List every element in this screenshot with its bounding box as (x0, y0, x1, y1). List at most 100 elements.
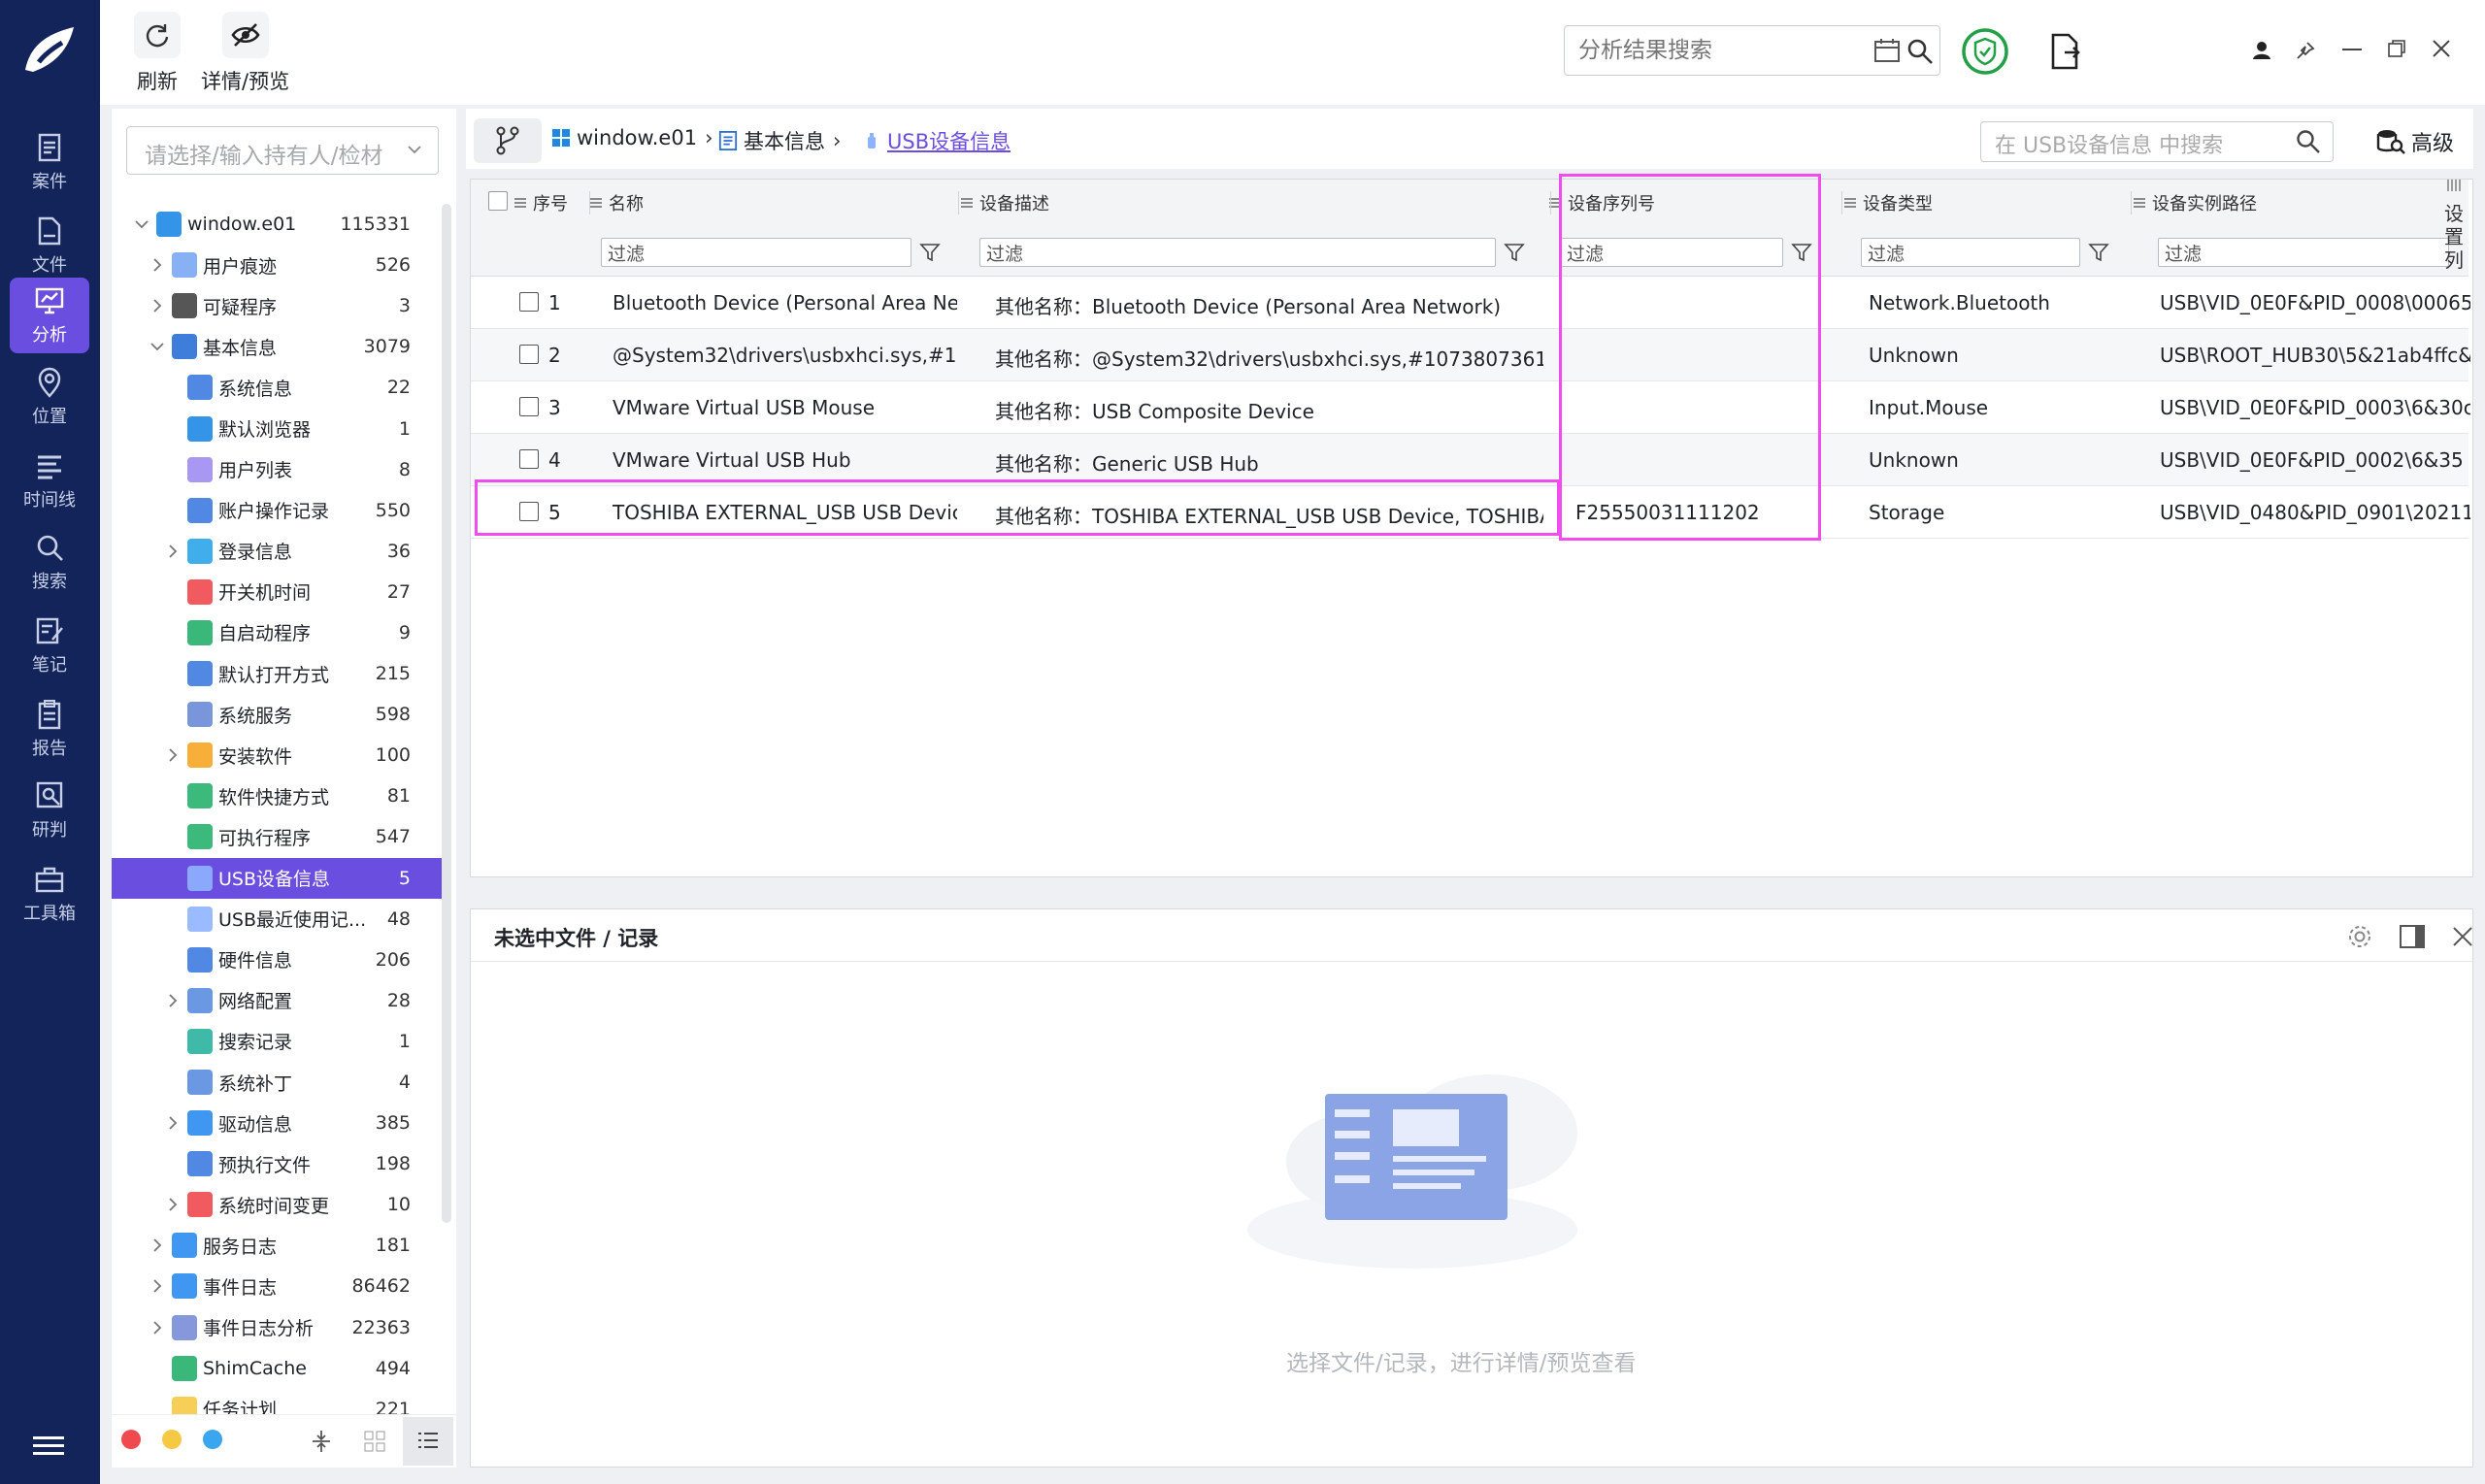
table-row[interactable]: 5 TOSHIBA EXTERNAL_USB USB Device 其他名称：TOS… (471, 486, 2470, 539)
chevron-right-icon[interactable] (149, 256, 166, 274)
nav-item-location[interactable]: 位置 (10, 359, 89, 435)
drag-handle-icon[interactable] (960, 197, 974, 209)
tree-item[interactable]: 事件日志 86462 (112, 1266, 451, 1306)
tree-item[interactable]: 事件日志分析 22363 (112, 1307, 451, 1348)
tree-item[interactable]: 基本信息 3079 (112, 326, 451, 367)
tree-item[interactable]: 可疑程序 3 (112, 285, 451, 326)
tree-item[interactable]: 预执行文件 198 (112, 1143, 451, 1184)
column-separator[interactable] (2131, 191, 2132, 214)
close-icon[interactable] (2451, 925, 2474, 948)
chevron-right-icon[interactable] (149, 1277, 166, 1295)
tree-item[interactable]: 服务日志 181 (112, 1225, 451, 1266)
filter-funnel-icon[interactable] (919, 242, 941, 263)
nav-item-judge[interactable]: 研判 (10, 773, 89, 848)
close-icon[interactable] (2432, 39, 2451, 58)
column-header[interactable]: 名称 (589, 180, 644, 226)
column-separator[interactable] (1841, 191, 1842, 214)
breadcrumb-item-usb[interactable]: USB设备信息 (862, 126, 1011, 155)
filter-funnel-icon[interactable] (2088, 242, 2109, 263)
tree-item[interactable]: USB设备信息 5 (112, 857, 451, 899)
tree-item[interactable]: 自启动程序 9 (112, 612, 451, 653)
collapse-icon[interactable] (311, 1429, 332, 1454)
minimize-icon[interactable] (2342, 49, 2362, 52)
result-search-box[interactable] (1564, 25, 1940, 76)
chevron-right-icon[interactable] (164, 992, 182, 1009)
holder-select[interactable]: 请选择/输入持有人/检材 (126, 126, 439, 175)
column-filter-input[interactable]: 过滤 (2158, 238, 2449, 267)
chevron-right-icon[interactable] (164, 746, 182, 764)
tree-item[interactable]: 系统信息 22 (112, 367, 451, 408)
column-separator[interactable] (1550, 191, 1551, 214)
advanced-search-button[interactable]: 高级 (2376, 126, 2454, 157)
row-checkbox[interactable] (519, 502, 539, 521)
chevron-right-icon[interactable] (149, 297, 166, 314)
red-dot[interactable] (121, 1430, 141, 1449)
select-all-checkbox[interactable] (488, 191, 508, 211)
tree-item[interactable]: 默认打开方式 215 (112, 653, 451, 694)
tree-item[interactable]: ShimCache 494 (112, 1348, 451, 1389)
column-filter-input[interactable]: 过滤 (1560, 238, 1783, 267)
nav-item-toolbox[interactable]: 工具箱 (10, 856, 89, 932)
chevron-right-icon[interactable] (164, 1196, 182, 1213)
drag-handle-icon[interactable] (2133, 197, 2146, 209)
tree-item[interactable]: 可执行程序 547 (112, 816, 451, 857)
column-filter-input[interactable]: 过滤 (1861, 238, 2080, 267)
tree-item[interactable]: 用户列表 8 (112, 449, 451, 490)
tree-item[interactable]: 安装软件 100 (112, 735, 451, 775)
chevron-right-icon[interactable] (164, 1114, 182, 1132)
drag-handle-icon[interactable] (1843, 197, 1857, 209)
tree-item[interactable]: 系统补丁 4 (112, 1062, 451, 1103)
export-file-icon[interactable] (2049, 33, 2082, 70)
grid-view-icon[interactable] (364, 1431, 385, 1452)
tree-item[interactable]: 驱动信息 385 (112, 1103, 451, 1143)
chevron-right-icon[interactable] (164, 543, 182, 560)
user-icon[interactable] (2252, 41, 2271, 60)
table-row[interactable]: 4 VMware Virtual USB Hub 其他名称：Generic USB … (471, 434, 2468, 486)
split-panel-icon[interactable] (2399, 923, 2426, 950)
tree-item[interactable]: 软件快捷方式 81 (112, 775, 451, 816)
breadcrumb-item-root[interactable]: window.e01 › (551, 126, 712, 149)
column-separator[interactable] (589, 191, 590, 214)
chevron-right-icon[interactable] (149, 1237, 166, 1254)
nav-item-notes[interactable]: 笔记 (10, 608, 89, 683)
shield-check-icon[interactable] (1961, 27, 2009, 76)
drag-handle-icon[interactable] (589, 197, 603, 209)
list-view-button[interactable] (403, 1417, 453, 1466)
yellow-dot[interactable] (162, 1430, 182, 1449)
column-header[interactable]: 设备类型 (1843, 180, 1933, 226)
branch-button[interactable] (474, 118, 542, 163)
nav-item-case[interactable]: 案件 (10, 124, 89, 200)
search-icon[interactable] (2296, 129, 2321, 154)
row-checkbox[interactable] (519, 397, 539, 416)
tree-item[interactable]: 用户痕迹 526 (112, 245, 451, 285)
tree-item[interactable]: 账户操作记录 550 (112, 490, 451, 531)
table-row[interactable]: 1 Bluetooth Device (Personal Area Net... 其… (471, 277, 2470, 329)
chevron-down-icon[interactable] (149, 338, 166, 355)
result-search-input[interactable] (1565, 26, 1914, 73)
tree-item[interactable]: 登录信息 36 (112, 531, 451, 572)
detail-preview-button[interactable]: 详情/预览 (201, 12, 289, 95)
pin-icon[interactable] (2296, 41, 2315, 60)
tree-item[interactable]: USB最近使用记... 48 (112, 899, 451, 940)
calendar-icon[interactable] (1873, 38, 1901, 63)
column-header[interactable]: 设备描述 (960, 180, 1049, 226)
table-search-input[interactable]: 在 USB设备信息 中搜索 (1980, 121, 2334, 162)
menu-icon[interactable] (33, 1435, 64, 1458)
tree-item[interactable]: 网络配置 28 (112, 980, 451, 1021)
tree-item[interactable]: 系统时间变更 10 (112, 1184, 451, 1225)
nav-item-analysis[interactable]: 分析 (10, 278, 89, 353)
tree-item[interactable]: 开关机时间 27 (112, 572, 451, 612)
row-checkbox[interactable] (519, 449, 539, 469)
column-header[interactable]: 设备序列号 (1548, 180, 1655, 226)
nav-item-file[interactable]: 文件 (10, 208, 89, 283)
tree-item[interactable]: 硬件信息 206 (112, 940, 451, 980)
drag-handle-icon[interactable] (514, 197, 527, 209)
chevron-down-icon[interactable] (133, 215, 150, 233)
refresh-button[interactable]: 刷新 (134, 12, 181, 95)
tree-scrollbar[interactable] (442, 204, 451, 1223)
column-header[interactable]: 序号 (514, 180, 568, 226)
chevron-right-icon[interactable] (149, 1319, 166, 1336)
search-icon[interactable] (1906, 38, 1934, 65)
blue-dot[interactable] (203, 1430, 222, 1449)
column-settings-button[interactable]: 设置列 (2438, 175, 2469, 272)
